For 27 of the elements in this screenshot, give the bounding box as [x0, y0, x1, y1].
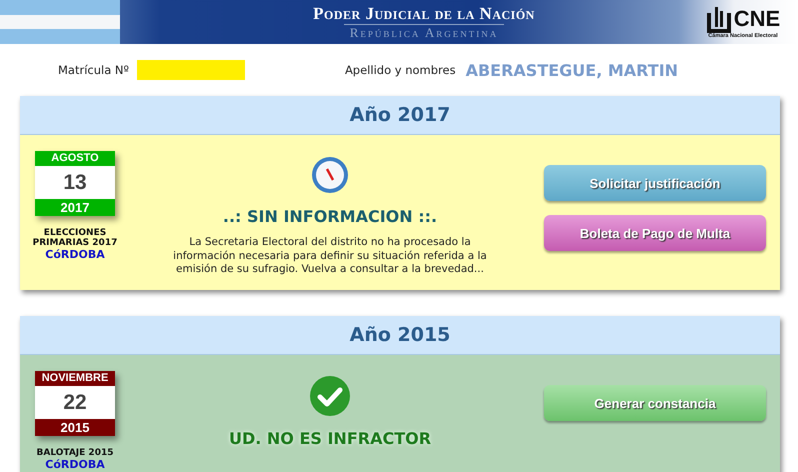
- clock-icon: [310, 155, 350, 195]
- calendar-month: AGOSTO: [35, 151, 115, 166]
- election-name: BALOTAJE 2015: [36, 448, 114, 458]
- checkmark-icon: [309, 375, 351, 417]
- calendar-day: 13: [35, 166, 115, 199]
- action-button[interactable]: Solicitar justificación: [544, 165, 766, 201]
- election-name: ELECCIONES PRIMARIAS 2017: [32, 228, 118, 248]
- status-message: ..: SIN INFORMACION ::.: [222, 207, 438, 226]
- matricula-label: Matrícula Nº: [58, 63, 129, 77]
- calendar-year: 2015: [35, 419, 115, 436]
- logo-text: CNE: [734, 6, 780, 32]
- status-detail: La Secretaria Electoral del distrito no ha procesado la información necesaria para definir su situación referida a la emisión de su sufragio. Vuelva a consultar a la brevedad...: [172, 236, 488, 277]
- name-label: Apellido y nombres: [344, 63, 456, 77]
- calendar-day: 22: [35, 386, 115, 419]
- calendar-month: NOVIEMBRE: [35, 371, 115, 386]
- site-subtitle: República Argentina: [344, 24, 504, 40]
- logo-icon: [706, 5, 732, 33]
- district-name: CóRDOBA: [45, 248, 105, 261]
- action-button[interactable]: Generar constancia: [544, 385, 766, 421]
- status-message: UD. NO ES INFRACTOR: [228, 429, 432, 448]
- district-name: CóRDOBA: [45, 458, 105, 471]
- person-name: ABERASTEGUE, MARTIN: [466, 60, 678, 80]
- calendar-year: 2017: [35, 199, 115, 216]
- site-title: Poder Judicial de la Nación: [313, 4, 535, 24]
- action-button[interactable]: Boleta de Pago de Multa: [544, 215, 766, 251]
- year-title: Año 2017: [20, 96, 780, 135]
- year-title: Año 2015: [20, 316, 780, 355]
